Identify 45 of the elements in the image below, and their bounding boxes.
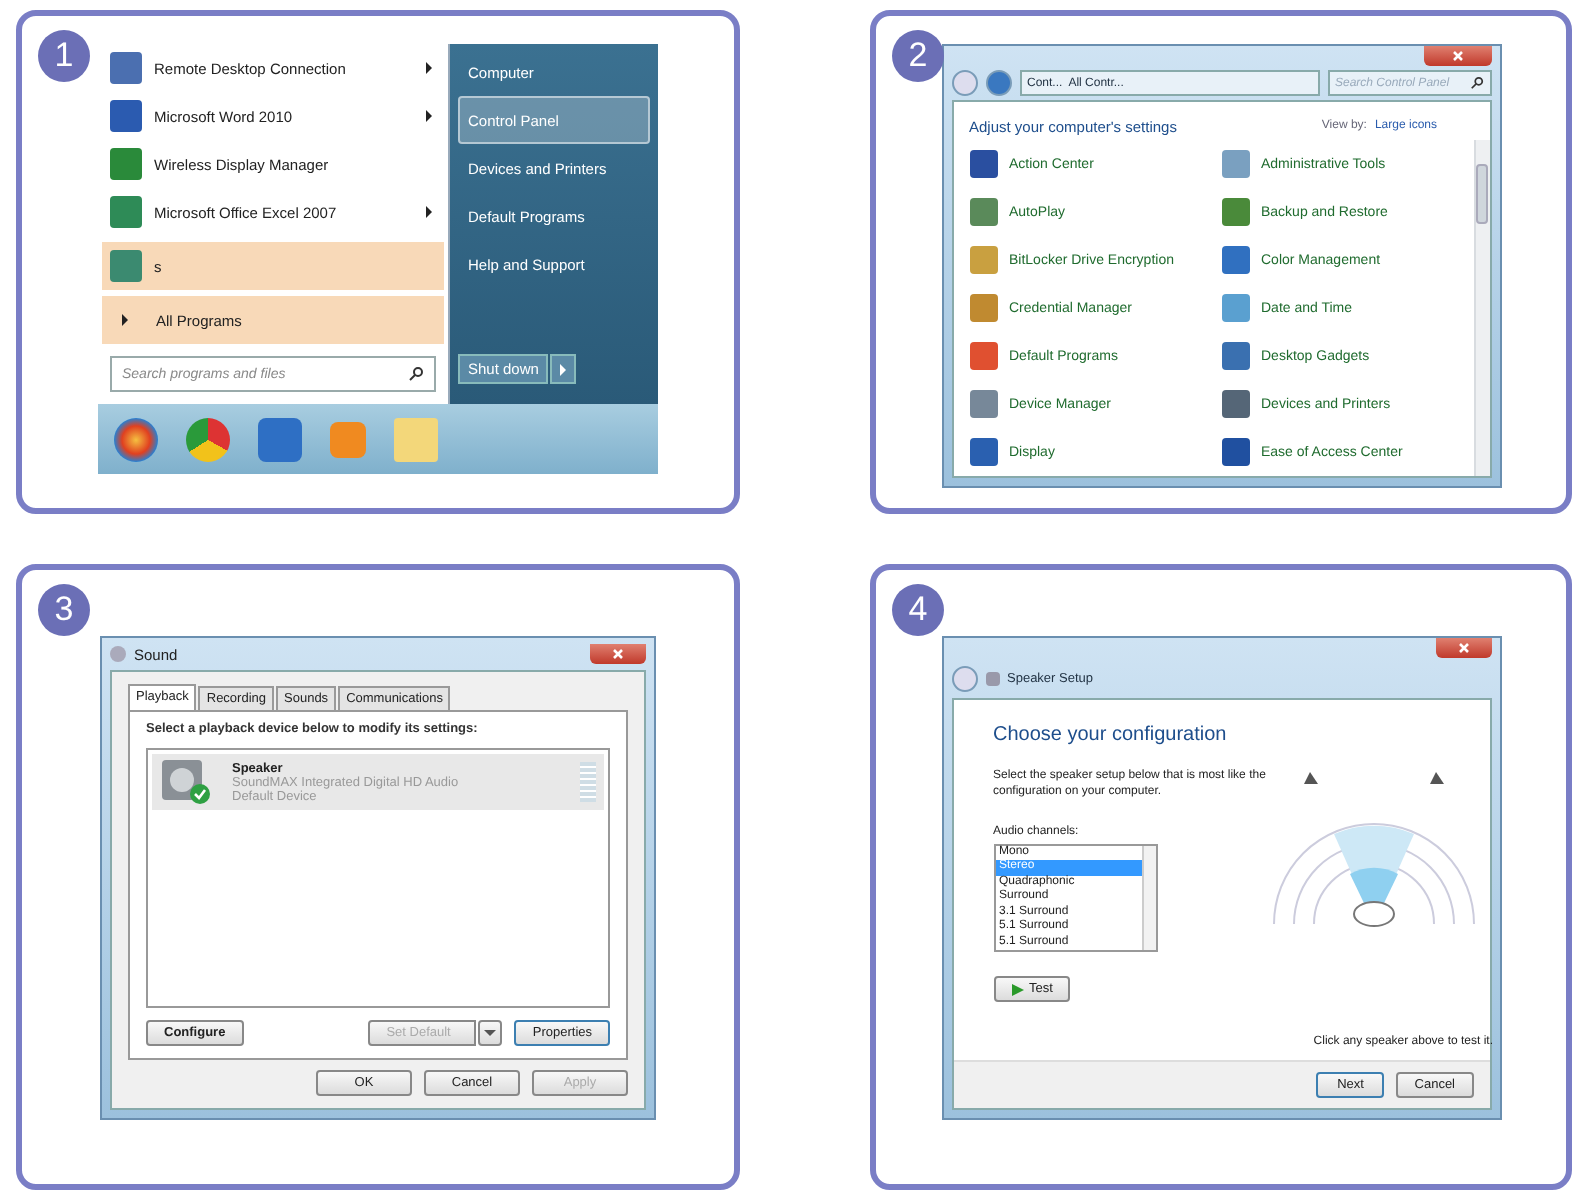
- item-icon: [1221, 246, 1249, 274]
- submenu-arrow-icon: [426, 110, 432, 122]
- item-icon: [1221, 150, 1249, 178]
- close-button[interactable]: [590, 644, 646, 664]
- program-icon: [110, 100, 142, 132]
- item-icon: [1221, 294, 1249, 322]
- close-icon: [1457, 642, 1469, 654]
- item-icon: [969, 438, 997, 466]
- program-icon: [110, 196, 142, 228]
- scrollbar[interactable]: [1473, 140, 1489, 476]
- dropdown-button[interactable]: [478, 1020, 503, 1046]
- step-number: 3: [38, 584, 90, 636]
- item-icon: [1221, 198, 1249, 226]
- item-icon: [1221, 438, 1249, 466]
- step-number: 2: [892, 30, 944, 82]
- back-button[interactable]: [951, 665, 977, 691]
- item-icon: [1221, 342, 1249, 370]
- close-button[interactable]: [1435, 638, 1491, 658]
- play-icon: [1011, 983, 1023, 996]
- item-icon: [969, 342, 997, 370]
- page-heading: Choose your configuration: [993, 724, 1229, 746]
- item-icon: [1221, 390, 1249, 418]
- step-number: 1: [38, 30, 90, 82]
- close-icon: [612, 648, 624, 660]
- close-icon: [1451, 50, 1463, 62]
- program-icon: [110, 148, 142, 180]
- item-icon: [969, 246, 997, 274]
- item-icon: [969, 198, 997, 226]
- close-button[interactable]: [1423, 46, 1491, 66]
- program-icon: [110, 52, 142, 84]
- submenu-arrow-icon: [426, 62, 432, 74]
- triangle-icon: [122, 314, 128, 326]
- step-number: 4: [892, 584, 944, 636]
- search-icon: [408, 366, 424, 382]
- item-icon: [969, 150, 997, 178]
- back-button[interactable]: [951, 70, 977, 96]
- arrow-button[interactable]: [550, 354, 577, 384]
- scrollbar[interactable]: [1141, 845, 1155, 951]
- level-meter-drawing: [580, 762, 596, 802]
- forward-button[interactable]: [985, 70, 1011, 96]
- search-icon: [1469, 76, 1483, 90]
- item-icon: [969, 294, 997, 322]
- item-icon: [969, 390, 997, 418]
- program-icon: [110, 250, 142, 282]
- submenu-arrow-icon: [426, 206, 432, 218]
